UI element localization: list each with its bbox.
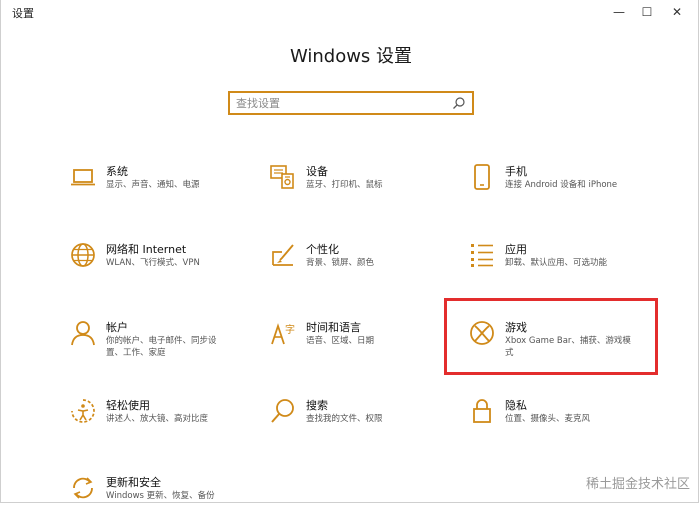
tile-description: Windows 更新、恢复、备份 [106,491,215,501]
globe-icon [69,241,97,269]
person-icon [69,319,97,347]
laptop-icon [69,163,97,191]
tile-label: 游戏 [505,321,527,334]
tile-phone[interactable]: 手机 连接 Android 设备和 iPhone [468,163,668,215]
phone-icon [468,163,496,191]
tile-network[interactable]: 网络和 Internet WLAN、飞行模式、VPN [69,241,269,293]
tile-description: 蓝牙、打印机、鼠标 [306,180,383,190]
tile-time-language[interactable]: 字 时间和语言 语音、区域、日期 [269,319,469,371]
tile-label: 网络和 Internet [106,243,187,256]
tile-description: 语音、区域、日期 [306,336,375,346]
tile-description: 连接 Android 设备和 iPhone [505,180,618,190]
tile-label: 搜索 [306,399,328,412]
tile-accounts[interactable]: 帐户 你的帐户、电子邮件、同步设置、工作、家庭 [69,319,269,371]
tile-description: 位置、摄像头、麦克风 [505,414,591,424]
tile-label: 时间和语言 [306,321,361,334]
sync-icon [69,474,97,502]
tile-devices[interactable]: 设备 蓝牙、打印机、鼠标 [269,163,469,215]
tile-description: 查找我的文件、权限 [306,414,383,424]
close-button[interactable]: ✕ [662,0,692,24]
tile-label: 帐户 [106,321,128,334]
tile-description: Xbox Game Bar、捕获、游戏模式 [505,336,631,358]
watermark-text: 稀土掘金技术社区 [585,477,690,492]
xbox-icon [468,319,496,347]
paintbrush-icon [269,241,297,269]
tile-description: 你的帐户、电子邮件、同步设置、工作、家庭 [106,336,217,358]
title-bar: 设置 — ☐ ✕ [1,0,698,24]
search-box[interactable] [228,91,474,115]
ease-of-access-icon [69,397,97,425]
minimize-button[interactable]: — [604,0,634,24]
magnifier-icon [269,397,297,425]
tile-description: 卸载、默认应用、可选功能 [505,258,608,268]
devices-icon [269,163,297,191]
window-title: 设置 [12,7,34,20]
tile-label: 隐私 [505,399,527,412]
tile-apps[interactable]: 应用 卸载、默认应用、可选功能 [468,241,668,293]
tile-description: 背景、锁屏、颜色 [306,258,375,268]
tile-personalization[interactable]: 个性化 背景、锁屏、颜色 [269,241,469,293]
tile-label: 更新和安全 [106,476,161,489]
tile-label: 应用 [505,243,527,256]
page-title: Windows 设置 [289,46,413,67]
tile-label: 设备 [306,165,328,178]
tile-label: 系统 [106,165,128,178]
tile-update-security[interactable]: 更新和安全 Windows 更新、恢复、备份 [69,474,269,526]
tile-description: 讲述人、放大镜、高对比度 [106,414,209,424]
tile-privacy[interactable]: 隐私 位置、摄像头、麦克风 [468,397,668,449]
tile-label: 手机 [505,165,527,178]
search-icon[interactable] [452,96,466,110]
tile-system[interactable]: 系统 显示、声音、通知、电源 [69,163,269,215]
tile-gaming[interactable]: 游戏 Xbox Game Bar、捕获、游戏模式 [468,319,668,371]
maximize-button[interactable]: ☐ [632,0,662,24]
tile-ease-of-access[interactable]: 轻松使用 讲述人、放大镜、高对比度 [69,397,269,449]
apps-list-icon [468,241,496,269]
watermark: 稀土掘金技术社区 [586,473,690,492]
svg-text:字: 字 [285,323,295,336]
time-language-icon: 字 [269,319,297,347]
tile-label: 个性化 [306,243,339,256]
tile-description: WLAN、飞行模式、VPN [106,258,200,268]
tile-description: 显示、声音、通知、电源 [106,180,200,190]
lock-icon [468,397,496,425]
settings-window: 设置 — ☐ ✕ Windows 设置 系统 显示、声音、通知、电源 [0,0,699,503]
search-input[interactable] [236,95,446,111]
tile-search[interactable]: 搜索 查找我的文件、权限 [269,397,469,449]
tile-label: 轻松使用 [106,399,150,412]
